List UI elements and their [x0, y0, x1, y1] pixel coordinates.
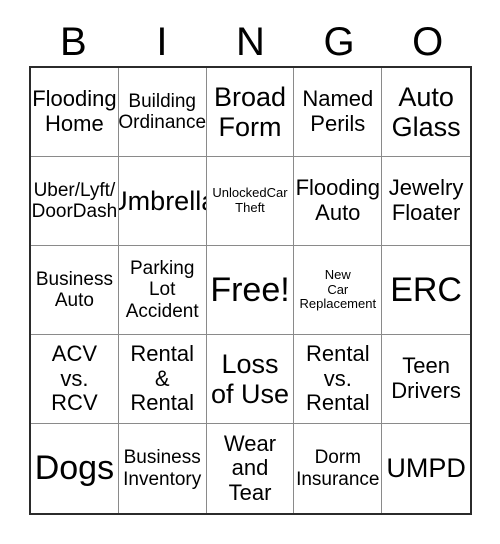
bingo-cell[interactable]: UMPD: [382, 424, 470, 513]
bingo-cell[interactable]: Parking Lot Accident: [118, 246, 207, 335]
bingo-card: B I N G O Flooding Home Building Ordinan…: [0, 0, 500, 544]
bingo-cell[interactable]: ACV vs. RCV: [31, 335, 119, 424]
bingo-cell[interactable]: Building Ordinance: [118, 68, 207, 157]
bingo-cell-free[interactable]: Free!: [206, 246, 295, 335]
header-letter-b: B: [59, 20, 87, 64]
header-letter-o: O: [412, 20, 444, 64]
bingo-cell[interactable]: Jewelry Floater: [382, 157, 470, 246]
bingo-header: B I N G O: [29, 18, 472, 66]
bingo-cell[interactable]: Dorm Insurance: [294, 424, 383, 513]
bingo-cell[interactable]: UnlockedCar Theft: [206, 157, 295, 246]
bingo-cell[interactable]: Wear and Tear: [207, 424, 295, 513]
bingo-cell[interactable]: Auto Glass: [382, 68, 470, 157]
bingo-cell[interactable]: Flooding Auto: [294, 157, 383, 246]
bingo-cell[interactable]: Rental vs. Rental: [294, 335, 383, 424]
bingo-cell[interactable]: Dogs: [31, 424, 119, 513]
bingo-cell[interactable]: Rental & Rental: [118, 335, 207, 424]
bingo-grid: Flooding Home Building Ordinance Broad F…: [29, 66, 472, 515]
bingo-cell[interactable]: Umbrella: [118, 157, 207, 246]
bingo-cell[interactable]: Loss of Use: [206, 335, 295, 424]
header-letter-g: G: [323, 20, 355, 64]
bingo-cell[interactable]: New Car Replacement: [294, 246, 383, 335]
bingo-cell[interactable]: Broad Form: [206, 68, 295, 157]
bingo-cell[interactable]: Named Perils: [294, 68, 383, 157]
header-letter-n: N: [236, 20, 265, 64]
bingo-cell[interactable]: Business Auto: [31, 246, 119, 335]
bingo-cell[interactable]: ERC: [382, 246, 470, 335]
bingo-cell[interactable]: Uber/Lyft/ DoorDash: [31, 157, 119, 246]
header-letter-i: I: [156, 20, 168, 64]
bingo-cell[interactable]: Business Inventory: [119, 424, 207, 513]
bingo-cell[interactable]: Teen Drivers: [382, 335, 470, 424]
bingo-cell[interactable]: Flooding Home: [31, 68, 119, 157]
